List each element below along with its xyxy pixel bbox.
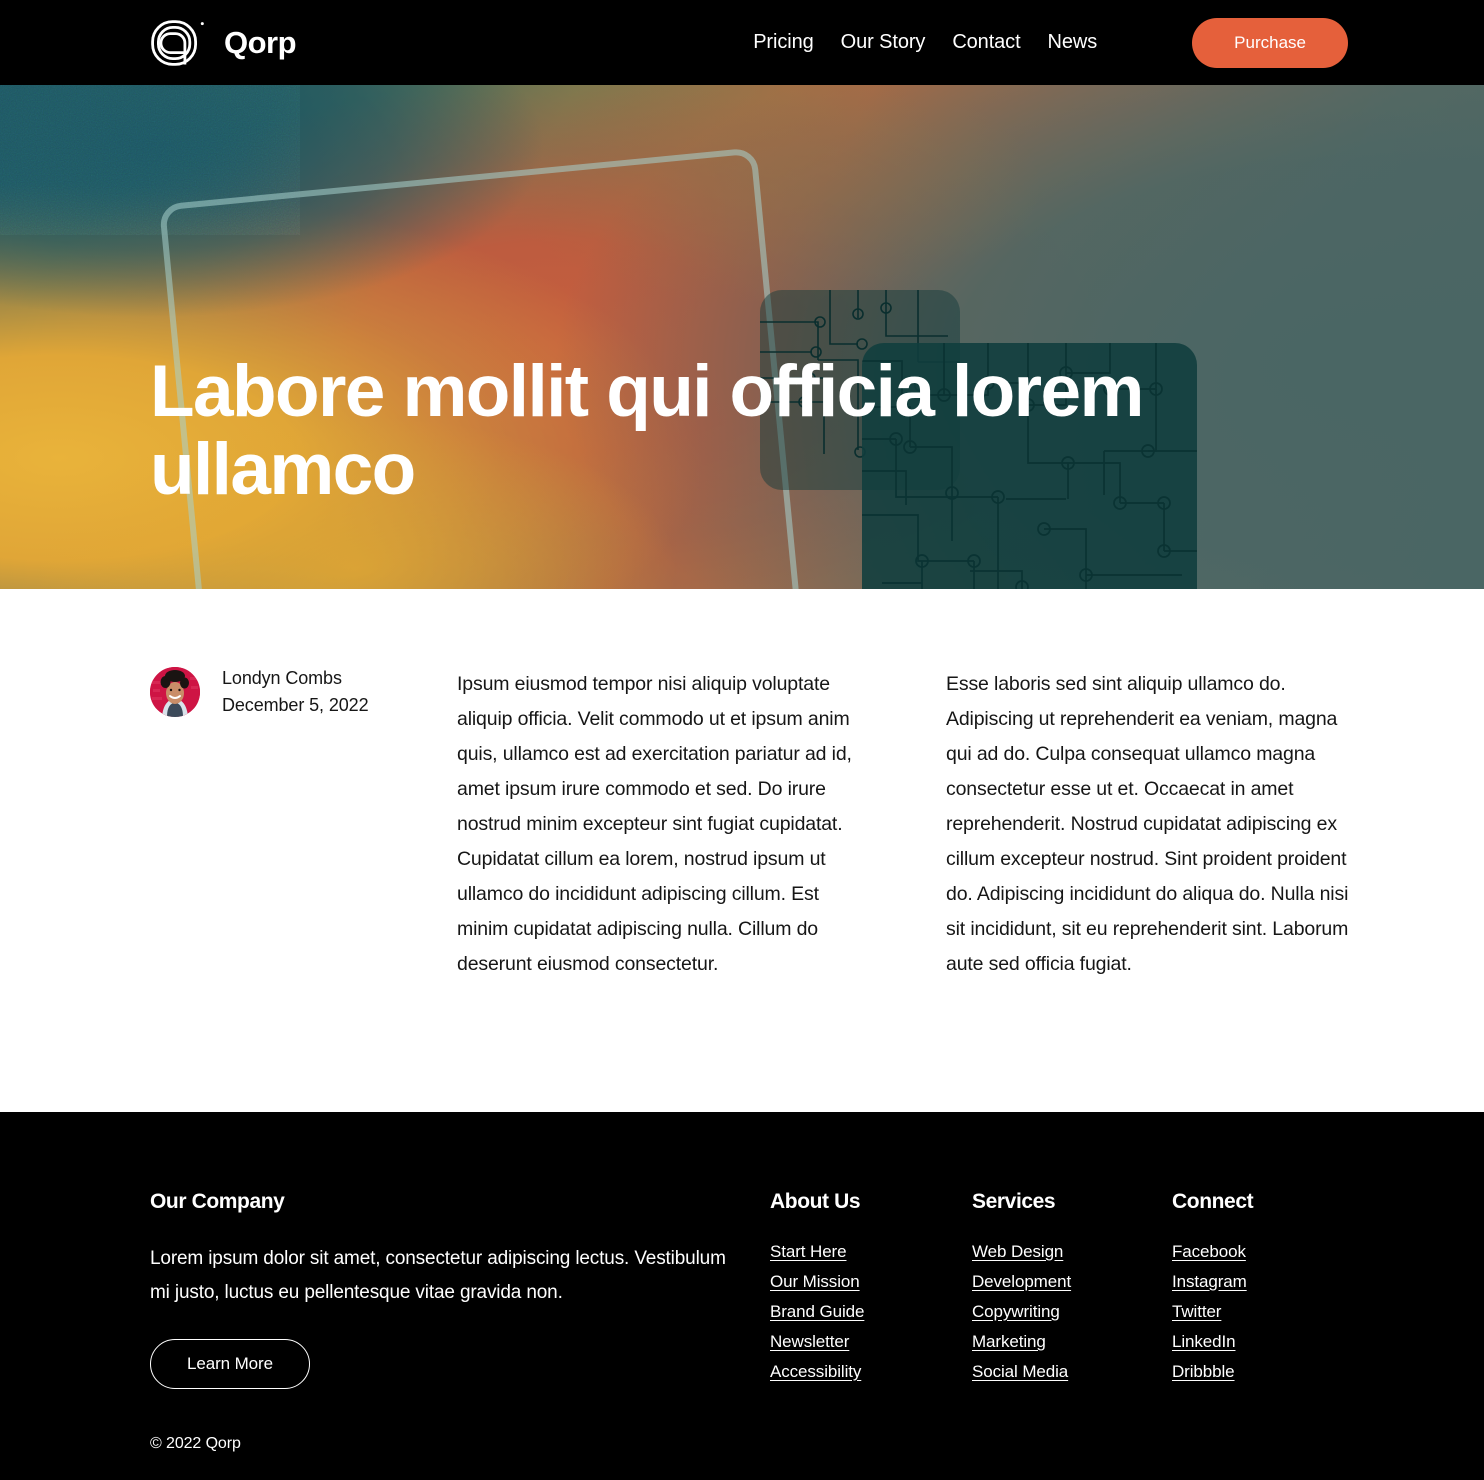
article-column-1: Ipsum eiusmod tempor nisi aliquip volupt… bbox=[457, 673, 852, 975]
footer-link-dribbble[interactable]: Dribbble bbox=[1172, 1362, 1372, 1382]
hero-banner: Labore mollit qui officia lorem ullamco bbox=[0, 85, 1484, 589]
article-body: Londyn Combs December 5, 2022 Ipsum eius… bbox=[0, 589, 1484, 1112]
footer-link-our-mission[interactable]: Our Mission bbox=[770, 1272, 972, 1292]
site-header: Qorp Pricing Our Story Contact News Purc… bbox=[0, 0, 1484, 85]
footer-link-social-media[interactable]: Social Media bbox=[972, 1362, 1172, 1382]
footer-connect-heading: Connect bbox=[1172, 1190, 1254, 1213]
footer-link-start-here[interactable]: Start Here bbox=[770, 1242, 972, 1262]
footer-link-brand-guide[interactable]: Brand Guide bbox=[770, 1302, 972, 1322]
footer-link-development[interactable]: Development bbox=[972, 1272, 1172, 1292]
author-byline: Londyn Combs December 5, 2022 bbox=[150, 667, 457, 717]
copyright-notice: © 2022 Qorp bbox=[150, 1435, 241, 1452]
footer-company-heading: Our Company bbox=[150, 1190, 285, 1213]
learn-more-button[interactable]: Learn More bbox=[150, 1339, 310, 1389]
nav-item-news[interactable]: News bbox=[1048, 31, 1098, 54]
author-meta: Londyn Combs December 5, 2022 bbox=[222, 668, 369, 716]
footer-about-column: About Us Start Here Our Mission Brand Gu… bbox=[770, 1190, 972, 1389]
footer-company-column: Our Company Lorem ipsum dolor sit amet, … bbox=[150, 1190, 770, 1389]
footer-about-heading: About Us bbox=[770, 1190, 861, 1213]
main-nav: Pricing Our Story Contact News Purchase bbox=[753, 17, 1348, 68]
article-column-2: Esse laboris sed sint aliquip ullamco do… bbox=[946, 673, 1349, 975]
footer-link-newsletter[interactable]: Newsletter bbox=[770, 1332, 972, 1352]
author-name: Londyn Combs bbox=[222, 668, 342, 688]
site-footer: Our Company Lorem ipsum dolor sit amet, … bbox=[0, 1112, 1484, 1480]
footer-services-links: Web Design Development Copywriting Marke… bbox=[972, 1242, 1172, 1382]
footer-link-accessibility[interactable]: Accessibility bbox=[770, 1362, 972, 1382]
nav-item-our-story[interactable]: Our Story bbox=[841, 31, 926, 54]
footer-about-links: Start Here Our Mission Brand Guide Newsl… bbox=[770, 1242, 972, 1382]
footer-link-instagram[interactable]: Instagram bbox=[1172, 1272, 1372, 1292]
footer-link-twitter[interactable]: Twitter bbox=[1172, 1302, 1372, 1322]
footer-link-marketing[interactable]: Marketing bbox=[972, 1332, 1172, 1352]
publish-date: December 5, 2022 bbox=[222, 695, 369, 715]
footer-link-copywriting[interactable]: Copywriting bbox=[972, 1302, 1172, 1322]
purchase-button[interactable]: Purchase bbox=[1192, 17, 1348, 68]
footer-link-linkedin[interactable]: LinkedIn bbox=[1172, 1332, 1372, 1352]
footer-connect-links: Facebook Instagram Twitter LinkedIn Drib… bbox=[1172, 1242, 1372, 1382]
hero-title: Labore mollit qui officia lorem ullamco bbox=[150, 351, 1144, 510]
footer-link-web-design[interactable]: Web Design bbox=[972, 1242, 1172, 1262]
author-column: Londyn Combs December 5, 2022 bbox=[150, 667, 457, 1112]
brand-name: Qorp bbox=[224, 24, 297, 60]
brand-logo[interactable]: Qorp bbox=[150, 19, 297, 67]
nav-item-contact[interactable]: Contact bbox=[952, 31, 1020, 54]
footer-company-description: Lorem ipsum dolor sit amet, consectetur … bbox=[150, 1248, 726, 1303]
footer-services-heading: Services bbox=[972, 1190, 1056, 1213]
footer-connect-column: Connect Facebook Instagram Twitter Linke… bbox=[1172, 1190, 1372, 1389]
author-avatar bbox=[150, 667, 200, 717]
footer-services-column: Services Web Design Development Copywrit… bbox=[972, 1190, 1172, 1389]
nav-item-pricing[interactable]: Pricing bbox=[753, 31, 814, 54]
footer-link-facebook[interactable]: Facebook bbox=[1172, 1242, 1372, 1262]
qorp-spiral-logo-icon bbox=[150, 19, 208, 67]
